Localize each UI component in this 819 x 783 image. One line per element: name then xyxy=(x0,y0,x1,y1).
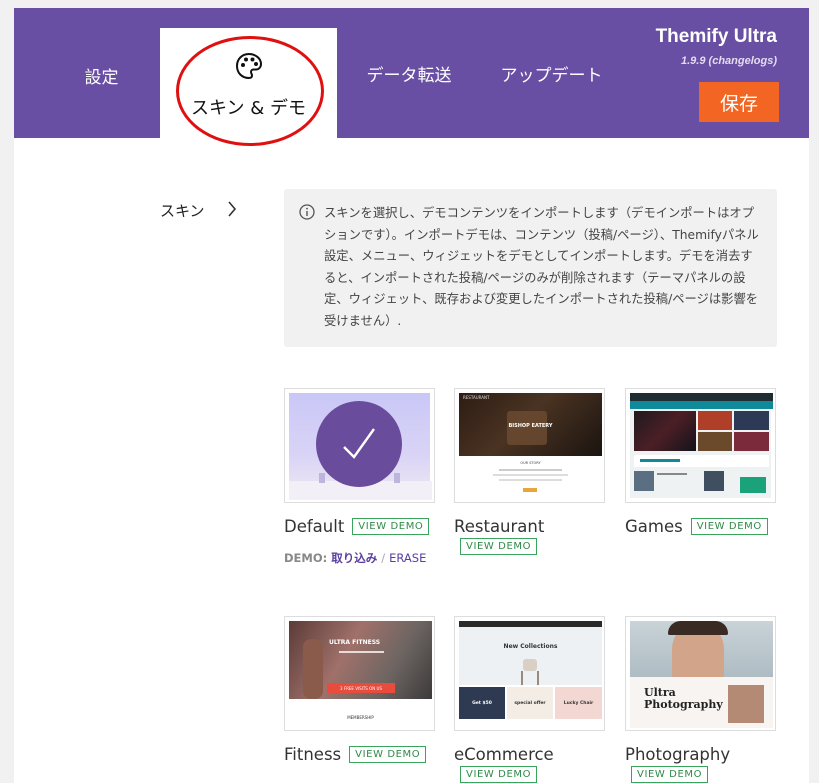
demo-games: Games VIEW DEMO xyxy=(625,388,776,536)
view-demo-button[interactable]: VIEW DEMO xyxy=(460,766,538,783)
tab-data-transfer[interactable]: データ転送 xyxy=(354,8,464,138)
save-button[interactable]: 保存 xyxy=(699,82,779,122)
view-demo-button[interactable]: VIEW DEMO xyxy=(349,746,427,763)
demo-ecommerce: New Collections Get $50 special offer Lu… xyxy=(454,616,605,783)
photography-heading-text-2: Photography xyxy=(644,698,723,711)
section-label-skins: スキン xyxy=(160,200,237,221)
fitness-heading-text: ULTRA FITNESS xyxy=(329,639,381,646)
theme-name: Themify Ultra xyxy=(655,26,777,47)
tab-skins-demo-label: スキン & デモ xyxy=(191,97,306,119)
demo-name: Fitness xyxy=(284,745,342,764)
demo-restaurant: RESTAURANT BISHOP EATERY OUR STORY Resta… xyxy=(454,388,605,555)
erase-demo-link[interactable]: ERASE xyxy=(389,551,426,565)
demo-name: Default xyxy=(284,517,345,536)
demo-thumbnail[interactable]: ULTRA FITNESS 3 FREE VISITS ON US MEMBER… xyxy=(284,616,435,731)
restaurant-story-text: OUR STORY xyxy=(520,461,541,465)
section-label-text: スキン xyxy=(160,202,205,220)
separator: / xyxy=(381,551,386,565)
tab-update[interactable]: アップデート xyxy=(484,8,619,138)
demo-thumbnail[interactable]: Ultra Photography xyxy=(625,616,776,731)
view-demo-button[interactable]: VIEW DEMO xyxy=(690,518,768,535)
ecommerce-chair-text: Lucky Chair xyxy=(555,687,602,719)
tab-settings[interactable]: 設定 xyxy=(64,10,139,140)
demo-fitness: ULTRA FITNESS 3 FREE VISITS ON US MEMBER… xyxy=(284,616,435,764)
fitness-membership-text: MEMBERSHIP xyxy=(347,715,374,720)
demo-name: Games xyxy=(625,517,683,536)
changelogs-link[interactable]: changelogs xyxy=(712,55,773,67)
demo-default: Default VIEW DEMO DEMO: 取り込み / ERASE xyxy=(284,388,435,566)
restaurant-heading-text: BISHOP EATERY xyxy=(508,423,553,429)
demo-thumbnail[interactable] xyxy=(625,388,776,503)
view-demo-button[interactable]: VIEW DEMO xyxy=(352,518,430,535)
settings-panel: 設定 データ転送 アップデート Themify Ultra 1.9.9 (cha… xyxy=(14,8,809,783)
brand-info: Themify Ultra 1.9.9 (changelogs) xyxy=(656,26,777,67)
view-demo-button[interactable]: VIEW DEMO xyxy=(460,538,538,555)
notice-text: スキンを選択し、デモコンテンツをインポートします（デモインポートはオプションです… xyxy=(324,206,759,328)
ecommerce-price-text: Get $50 xyxy=(459,687,505,719)
tab-data-transfer-label: データ転送 xyxy=(366,65,452,86)
selected-check-icon xyxy=(316,401,402,487)
demo-photography: Ultra Photography Photography VIEW DEMO xyxy=(625,616,776,783)
info-icon xyxy=(299,204,315,228)
theme-version: 1.9.9 (changelogs) xyxy=(681,55,777,67)
demo-name: Photography xyxy=(625,745,731,764)
ecommerce-heading-text: New Collections xyxy=(503,643,558,650)
demo-name: eCommerce xyxy=(454,745,554,764)
demo-name: Restaurant xyxy=(454,517,545,536)
view-demo-button[interactable]: VIEW DEMO xyxy=(631,766,709,783)
demo-thumbnail[interactable]: New Collections Get $50 special offer Lu… xyxy=(454,616,605,731)
palette-icon xyxy=(234,51,264,86)
header-bar: 設定 データ転送 アップデート Themify Ultra 1.9.9 (cha… xyxy=(14,8,809,138)
restaurant-brand-text: RESTAURANT xyxy=(463,395,490,400)
import-demo-link[interactable]: 取り込み xyxy=(331,551,377,565)
demo-thumbnail[interactable]: RESTAURANT BISHOP EATERY OUR STORY xyxy=(454,388,605,503)
fitness-cta-text: 3 FREE VISITS ON US xyxy=(327,683,395,693)
tab-update-label: アップデート xyxy=(500,65,603,86)
chevron-right-icon xyxy=(227,200,237,221)
ecommerce-offer-text: special offer xyxy=(507,687,553,719)
demo-actions: DEMO: 取り込み / ERASE xyxy=(284,550,435,566)
demo-thumbnail[interactable] xyxy=(284,388,435,503)
version-number: 1.9.9 xyxy=(681,55,706,67)
tab-skins-demo[interactable]: スキン & デモ xyxy=(160,28,337,146)
tab-settings-label: 設定 xyxy=(84,67,119,88)
demo-prefix: DEMO: xyxy=(284,551,328,565)
info-notice: スキンを選択し、デモコンテンツをインポートします（デモインポートはオプションです… xyxy=(284,189,777,347)
